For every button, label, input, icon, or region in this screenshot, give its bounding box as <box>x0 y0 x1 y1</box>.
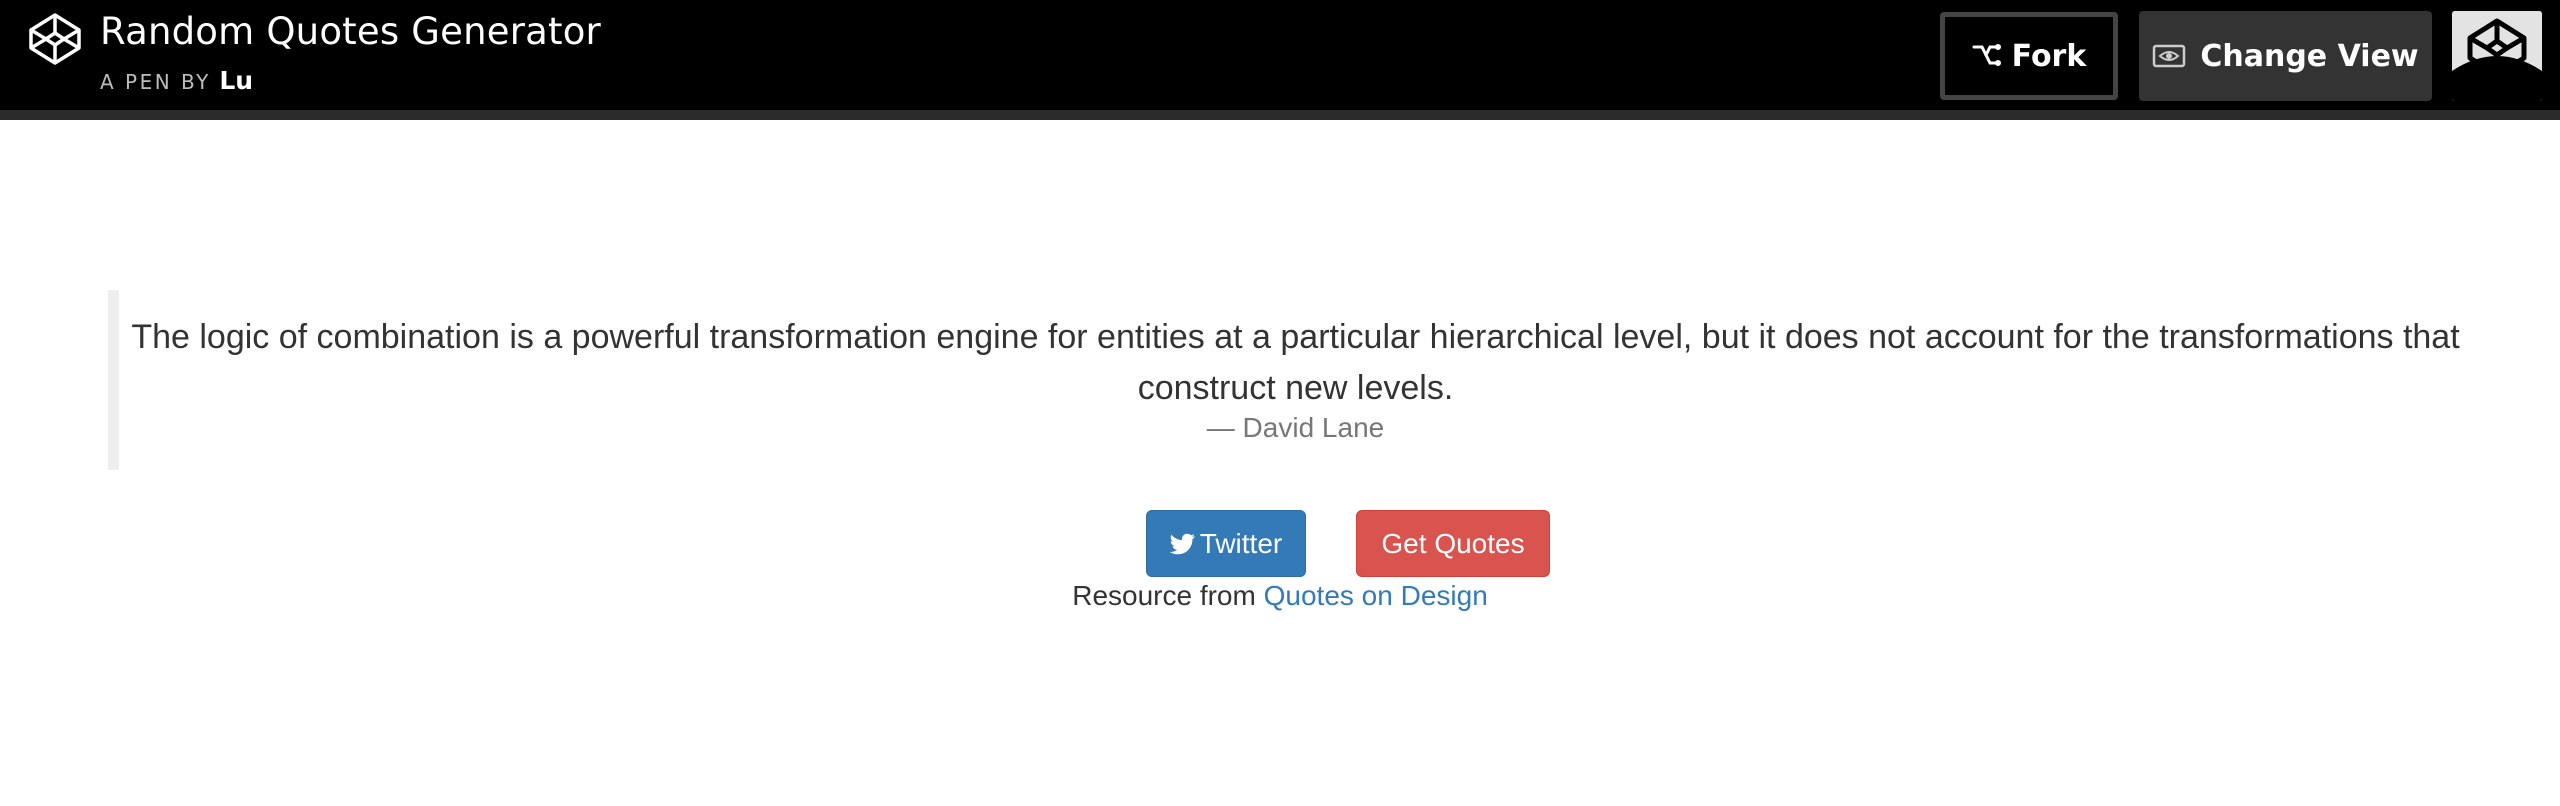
change-view-button[interactable]: Change View <box>2139 11 2432 101</box>
get-quotes-label: Get Quotes <box>1381 527 1525 559</box>
codepen-logo-icon[interactable] <box>28 12 82 66</box>
eye-icon <box>2153 44 2186 68</box>
quote-blockquote: The logic of combination is a powerful t… <box>108 290 2472 470</box>
author-link[interactable]: Lu <box>219 66 253 95</box>
resource-credit: Resource from Quotes on Design <box>0 580 2560 612</box>
fork-label: Fork <box>2011 38 2087 74</box>
twitter-label: Twitter <box>1199 527 1283 559</box>
quotes-on-design-link[interactable]: Quotes on Design <box>1264 580 1488 611</box>
top-bar: Random Quotes Generator A PEN BY Lu Fork… <box>0 0 2560 120</box>
twitter-button[interactable]: Twitter <box>1146 510 1306 577</box>
pen-byline: A PEN BY Lu <box>100 66 253 95</box>
fork-icon <box>1972 44 2001 66</box>
user-avatar[interactable] <box>2452 11 2542 101</box>
change-view-label: Change View <box>2200 38 2419 74</box>
quote-author: — David Lane <box>1206 412 1385 443</box>
codepen-avatar-icon <box>2452 11 2542 101</box>
resource-prefix: Resource from <box>1072 580 1256 611</box>
quote-text: The logic of combination is a powerful t… <box>131 318 2460 407</box>
by-label: A PEN BY <box>100 70 211 94</box>
twitter-bird-icon <box>1169 533 1195 554</box>
pen-title: Random Quotes Generator <box>100 10 601 53</box>
get-quotes-button[interactable]: Get Quotes <box>1356 510 1550 577</box>
fork-button[interactable]: Fork <box>1940 12 2118 100</box>
